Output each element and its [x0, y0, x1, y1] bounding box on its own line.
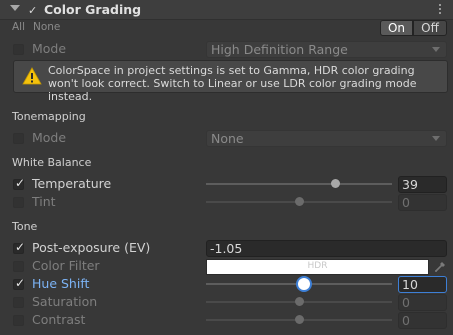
component-title: Color Grading	[44, 2, 142, 17]
tonemapping-mode-value: None	[211, 131, 244, 146]
saturation-slider-knob[interactable]	[294, 297, 304, 306]
temperature-slider-knob[interactable]	[330, 179, 340, 188]
checkmark-icon[interactable]: ✓	[28, 4, 37, 17]
contrast-value: 0	[402, 313, 410, 328]
temperature-value-field[interactable]: 39	[398, 176, 447, 193]
post-exposure-value: -1.05	[210, 241, 243, 256]
mode-dropdown[interactable]: High Definition Range	[206, 41, 447, 58]
foldout-arrow-icon[interactable]	[10, 5, 20, 11]
color-filter-label: Color Filter	[32, 258, 100, 273]
contrast-slider-knob[interactable]	[294, 315, 304, 324]
tint-label: Tint	[32, 194, 56, 209]
hue-shift-value: 10	[402, 277, 418, 292]
post-exposure-label: Post-exposure (EV)	[32, 240, 151, 255]
kebab-menu-icon[interactable]	[437, 2, 443, 16]
on-toggle-button[interactable]: On	[380, 20, 413, 36]
saturation-override-checkbox[interactable]	[13, 297, 24, 308]
saturation-label: Saturation	[32, 294, 98, 309]
temperature-label: Temperature	[32, 176, 112, 191]
white-balance-section-header: White Balance	[12, 156, 92, 169]
tonemapping-mode-override-checkbox[interactable]	[13, 133, 24, 144]
chevron-down-icon	[432, 136, 440, 141]
post-exposure-override-checkbox[interactable]: ✓	[13, 240, 25, 254]
saturation-value-field[interactable]: 0	[398, 294, 447, 311]
saturation-value: 0	[402, 295, 410, 310]
tint-value-field[interactable]: 0	[398, 194, 447, 211]
contrast-override-checkbox[interactable]	[13, 315, 24, 326]
all-link[interactable]: All	[12, 21, 25, 33]
warning-helpbox: ColorSpace in project settings is set to…	[13, 60, 448, 103]
temperature-slider-track[interactable]	[206, 183, 392, 185]
hue-shift-override-checkbox[interactable]: ✓	[13, 276, 25, 290]
none-link[interactable]: None	[33, 21, 60, 33]
post-exposure-value-field[interactable]: -1.05	[206, 240, 447, 257]
tonemapping-section-header: Tonemapping	[12, 110, 86, 123]
tint-value: 0	[402, 195, 410, 210]
contrast-value-field[interactable]: 0	[398, 312, 447, 329]
component-header: ✓ Color Grading	[0, 0, 453, 20]
hue-shift-slider-knob[interactable]	[298, 278, 311, 290]
hue-shift-label: Hue Shift	[32, 276, 90, 291]
warning-icon	[22, 67, 42, 85]
mode-value: High Definition Range	[211, 42, 348, 57]
tint-slider-knob[interactable]	[294, 197, 304, 206]
temperature-value: 39	[402, 177, 418, 192]
eyedropper-icon[interactable]	[434, 259, 447, 273]
contrast-label: Contrast	[32, 312, 86, 327]
tonemapping-mode-label: Mode	[32, 130, 67, 145]
chevron-down-icon	[432, 47, 440, 52]
hue-shift-value-field[interactable]: 10	[398, 276, 447, 293]
mode-label: Mode	[32, 41, 67, 56]
tint-override-checkbox[interactable]	[13, 197, 24, 208]
tone-section-header: Tone	[12, 220, 38, 233]
hdr-badge: HDR	[307, 261, 328, 271]
warning-text: ColorSpace in project settings is set to…	[48, 64, 417, 103]
temperature-override-checkbox[interactable]: ✓	[13, 176, 25, 190]
tonemapping-mode-dropdown[interactable]: None	[206, 130, 447, 147]
mode-override-checkbox[interactable]	[13, 44, 24, 55]
color-filter-swatch[interactable]: HDR	[206, 259, 429, 275]
color-filter-override-checkbox[interactable]	[13, 261, 24, 272]
off-toggle-button[interactable]: Off	[413, 20, 447, 36]
